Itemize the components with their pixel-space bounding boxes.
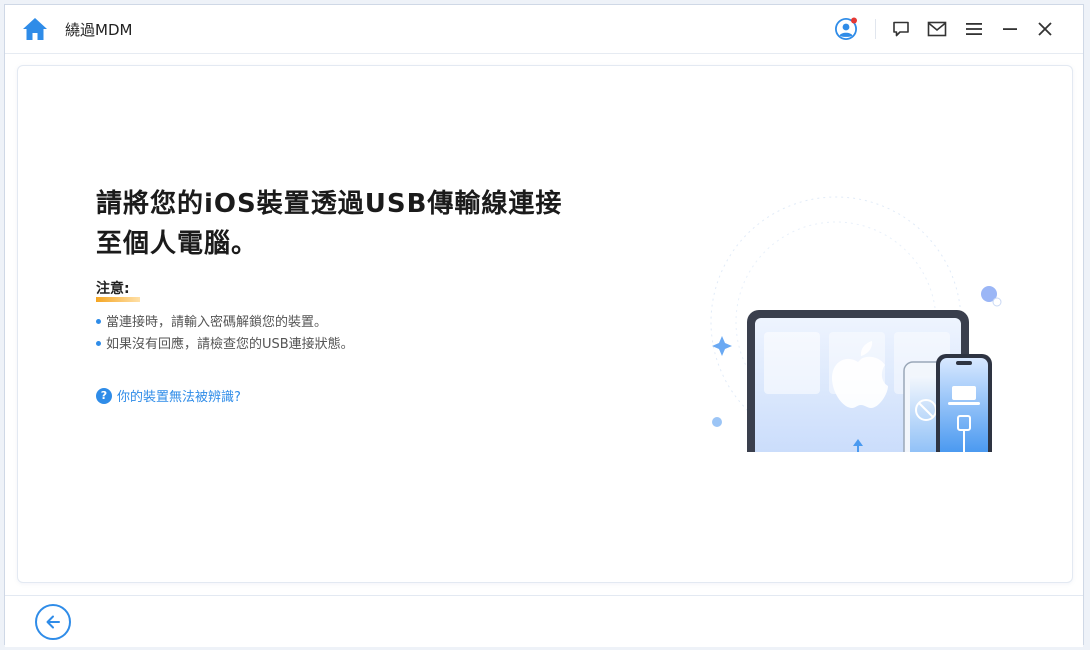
titlebar-divider — [875, 19, 876, 39]
list-item: 當連接時，請輸入密碼解鎖您的裝置。 — [96, 312, 354, 334]
device-not-recognized-link[interactable]: ? 你的裝置無法被辨識? — [96, 386, 241, 405]
minimize-icon[interactable] — [998, 17, 1022, 41]
question-icon: ? — [96, 387, 112, 404]
note-title: 注意: — [96, 281, 130, 297]
mail-icon[interactable] — [925, 17, 949, 41]
back-button[interactable] — [35, 604, 71, 640]
help-link-text: 你的裝置無法被辨識? — [117, 390, 241, 405]
close-icon[interactable] — [1033, 17, 1057, 41]
bullet-dot-icon — [96, 341, 101, 346]
app-title: 繞過MDM — [65, 21, 133, 39]
back-arrow-icon — [46, 615, 60, 629]
user-avatar-icon[interactable] — [834, 17, 858, 41]
note-underline — [96, 297, 140, 302]
page-title: 請將您的iOS裝置透過USB傳輸線連接至個人電腦。 — [96, 189, 563, 259]
title-bar: 繞過MDM — [5, 5, 1083, 54]
app-window: 繞過MDM 請將您的iOS裝置透過USB傳輸線連接至個人電腦。 注意: 當連接時… — [4, 4, 1084, 647]
bullet-dot-icon — [96, 319, 101, 324]
feedback-icon[interactable] — [889, 17, 913, 41]
main-panel: 請將您的iOS裝置透過USB傳輸線連接至個人電腦。 注意: 當連接時，請輸入密碼… — [17, 65, 1073, 583]
menu-icon[interactable] — [962, 17, 986, 41]
connect-device-illustration — [686, 192, 1006, 502]
footer-bar — [5, 595, 1083, 647]
home-icon[interactable] — [21, 15, 49, 43]
note-list: 當連接時，請輸入密碼解鎖您的裝置。 如果沒有回應，請檢查您的USB連接狀態。 — [96, 312, 354, 356]
list-item: 如果沒有回應，請檢查您的USB連接狀態。 — [96, 334, 354, 356]
